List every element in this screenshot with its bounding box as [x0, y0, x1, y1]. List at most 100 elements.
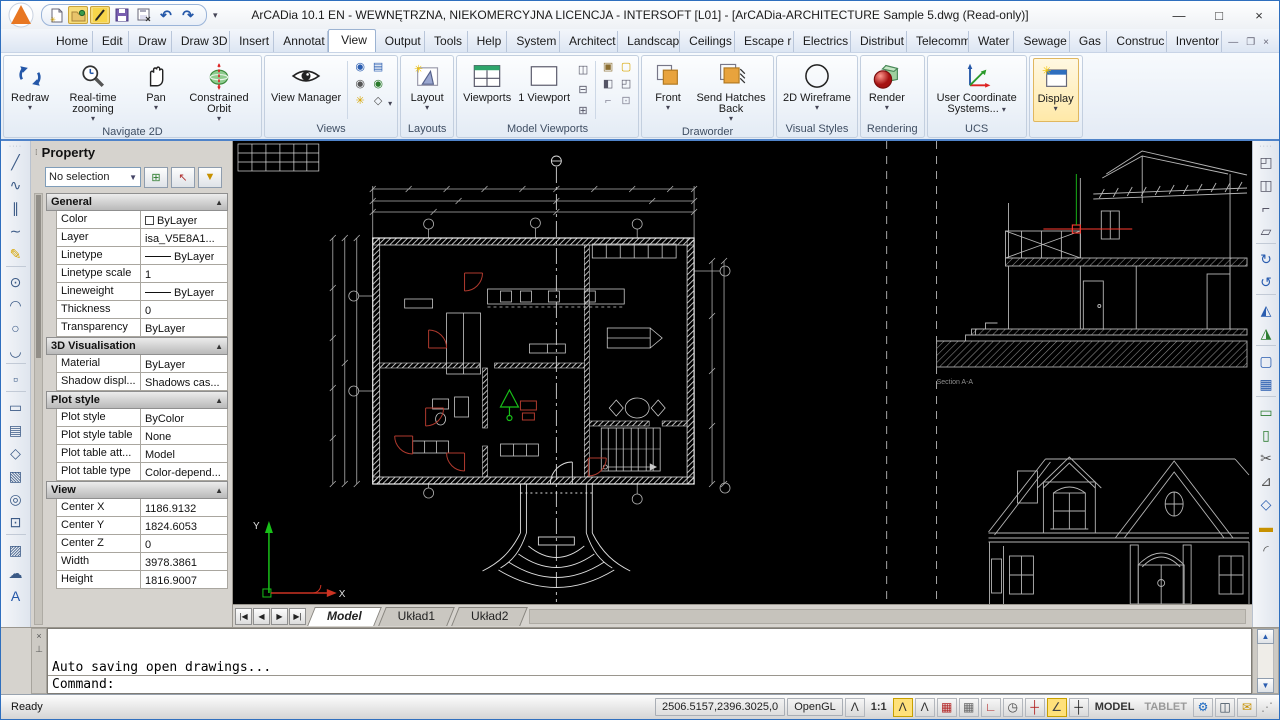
- property-row[interactable]: Plot style table None: [56, 427, 228, 445]
- first-sheet-button[interactable]: |◀: [235, 608, 252, 625]
- horizontal-scrollbar[interactable]: [529, 609, 1246, 624]
- mirror-3d-icon[interactable]: ◮: [1255, 322, 1277, 344]
- vp-restore-icon[interactable]: ◰: [618, 76, 634, 91]
- property-row[interactable]: Plot table att... Model: [56, 445, 228, 463]
- model-toggle[interactable]: MODEL: [1091, 698, 1139, 717]
- open-file-icon[interactable]: [68, 6, 88, 24]
- redo-icon[interactable]: ↷: [178, 6, 198, 24]
- point-icon[interactable]: ▫: [5, 368, 27, 390]
- command-window[interactable]: Auto saving open drawings...Substituting…: [47, 628, 1252, 694]
- layout-button[interactable]: ✳ Layout ▾: [404, 58, 450, 122]
- move-icon[interactable]: ▱: [1255, 220, 1277, 242]
- tab-draw3d[interactable]: Draw 3D: [172, 31, 230, 52]
- chevron-down-icon[interactable]: ▾: [388, 99, 394, 122]
- vp-light-icon[interactable]: ▢: [618, 59, 634, 74]
- region-icon[interactable]: ▧: [5, 465, 27, 487]
- ortho-icon[interactable]: ∟: [981, 698, 1001, 717]
- vp-join-icon[interactable]: ◧: [600, 76, 616, 91]
- tab-escape-routes[interactable]: Escape r: [735, 31, 794, 52]
- property-row[interactable]: Lineweight ByLayer: [56, 283, 228, 301]
- hatch-icon[interactable]: ▨: [5, 539, 27, 561]
- elliptical-arc-icon[interactable]: ◡: [5, 340, 27, 362]
- property-row[interactable]: Color ByLayer: [56, 211, 228, 229]
- tab-help[interactable]: Help: [468, 31, 508, 52]
- property-row[interactable]: Thickness 0: [56, 301, 228, 319]
- pick-add-icon[interactable]: ⊞: [144, 167, 168, 188]
- offset-icon[interactable]: ⌐: [1255, 197, 1277, 219]
- mail-icon[interactable]: ✉: [1237, 698, 1257, 717]
- constrained-orbit-button[interactable]: Constrained Orbit ▾: [180, 58, 258, 125]
- save-icon[interactable]: [112, 6, 132, 24]
- sun-view-icon[interactable]: ✳: [352, 93, 368, 108]
- render-button[interactable]: Render ▾: [864, 58, 910, 122]
- annotation-visibility-icon[interactable]: Λ: [893, 698, 913, 717]
- next-sheet-button[interactable]: ▶: [271, 608, 288, 625]
- callout-icon[interactable]: ⊡: [5, 511, 27, 533]
- realtime-zoom-button[interactable]: Real-time zooming ▾: [54, 58, 132, 125]
- property-row[interactable]: Center Y 1824.6053: [56, 517, 228, 535]
- property-row[interactable]: Center Z 0: [56, 535, 228, 553]
- tab-system[interactable]: System: [507, 31, 560, 52]
- last-sheet-button[interactable]: ▶|: [289, 608, 306, 625]
- tab-view[interactable]: View: [328, 29, 376, 52]
- section-view[interactable]: View▲: [46, 481, 228, 499]
- annotation-scale-label[interactable]: 1:1: [867, 698, 891, 717]
- toolbar-grip[interactable]: ····: [1259, 144, 1272, 150]
- section-3d-visualisation[interactable]: 3D Visualisation▲: [46, 337, 228, 355]
- undo-icon[interactable]: ↶: [156, 6, 176, 24]
- command-prompt[interactable]: Command:: [48, 675, 1251, 693]
- copy-icon[interactable]: ◰: [1255, 151, 1277, 173]
- front-button[interactable]: Front ▾: [645, 58, 691, 125]
- rotate-view-icon[interactable]: ◉: [352, 59, 368, 74]
- property-row[interactable]: Center X 1186.9132: [56, 499, 228, 517]
- tab-inventor[interactable]: Inventor: [1167, 31, 1222, 52]
- circle-icon[interactable]: ⊙: [5, 271, 27, 293]
- split-3-icon[interactable]: ⊟: [575, 82, 591, 97]
- property-row[interactable]: Plot style ByColor: [56, 409, 228, 427]
- tab-output[interactable]: Output: [376, 31, 425, 52]
- tab-architecture[interactable]: Architect: [560, 31, 618, 52]
- polar-icon[interactable]: ◷: [1003, 698, 1023, 717]
- sheet-tab-uklad2[interactable]: Układ2: [455, 607, 524, 626]
- rectangle-icon[interactable]: ▭: [5, 396, 27, 418]
- tab-tools[interactable]: Tools: [425, 31, 468, 52]
- extend-icon[interactable]: ▯: [1255, 424, 1277, 446]
- rotate-icon[interactable]: ↻: [1255, 248, 1277, 270]
- otrack-icon[interactable]: ∠: [1047, 698, 1067, 717]
- minimize-icon[interactable]: —: [1159, 2, 1199, 28]
- property-row[interactable]: Height 1816.9007: [56, 571, 228, 589]
- property-row[interactable]: Material ByLayer: [56, 355, 228, 373]
- donut-icon[interactable]: ◎: [5, 488, 27, 510]
- mirror-icon[interactable]: ◭: [1255, 299, 1277, 321]
- vp-polygonal-icon[interactable]: ⌐: [600, 93, 616, 108]
- section-general[interactable]: General▲: [46, 193, 228, 211]
- tab-draw[interactable]: Draw: [129, 31, 172, 52]
- resize-grip[interactable]: ⋰: [1259, 700, 1275, 714]
- drawing-canvas[interactable]: Y X: [233, 141, 1252, 604]
- renderer-display[interactable]: OpenGL: [787, 698, 843, 716]
- text-icon[interactable]: A: [5, 585, 27, 607]
- sheet-tab-model[interactable]: Model: [311, 607, 378, 626]
- annotation-monitor-icon[interactable]: Λ: [845, 698, 865, 717]
- close-command-icon[interactable]: ×: [36, 631, 41, 641]
- tab-annotate[interactable]: Annotat: [274, 31, 328, 52]
- box-3d-icon[interactable]: ⊿: [1255, 470, 1277, 492]
- zoom-view-icon[interactable]: ◉: [352, 76, 368, 91]
- wireframe-button[interactable]: 2D Wireframe ▾: [780, 58, 854, 122]
- select-similar-icon[interactable]: ▢: [1255, 350, 1277, 372]
- sheet-tab-uklad1[interactable]: Układ1: [382, 607, 451, 626]
- arcadia-edit-icon[interactable]: [90, 6, 110, 24]
- tab-electrics[interactable]: Electrics: [794, 31, 851, 52]
- section-plot-style[interactable]: Plot style▲: [46, 391, 228, 409]
- arc-icon[interactable]: ◠: [5, 294, 27, 316]
- panel-grip[interactable]: ⁞: [35, 150, 38, 155]
- ucs-view-icon[interactable]: ◉: [370, 76, 386, 91]
- tab-constructions[interactable]: Construc: [1107, 31, 1166, 52]
- new-file-icon[interactable]: ✳: [46, 6, 66, 24]
- property-row[interactable]: Plot table type Color-depend...: [56, 463, 228, 481]
- quick-deselect-icon[interactable]: ↖: [171, 167, 195, 188]
- doc-minimize-icon[interactable]: —: [1228, 37, 1238, 48]
- property-row[interactable]: Layer isa_V5E8A1...: [56, 229, 228, 247]
- split-2v-icon[interactable]: ◫: [575, 62, 591, 77]
- polyline-icon[interactable]: ∿: [5, 174, 27, 196]
